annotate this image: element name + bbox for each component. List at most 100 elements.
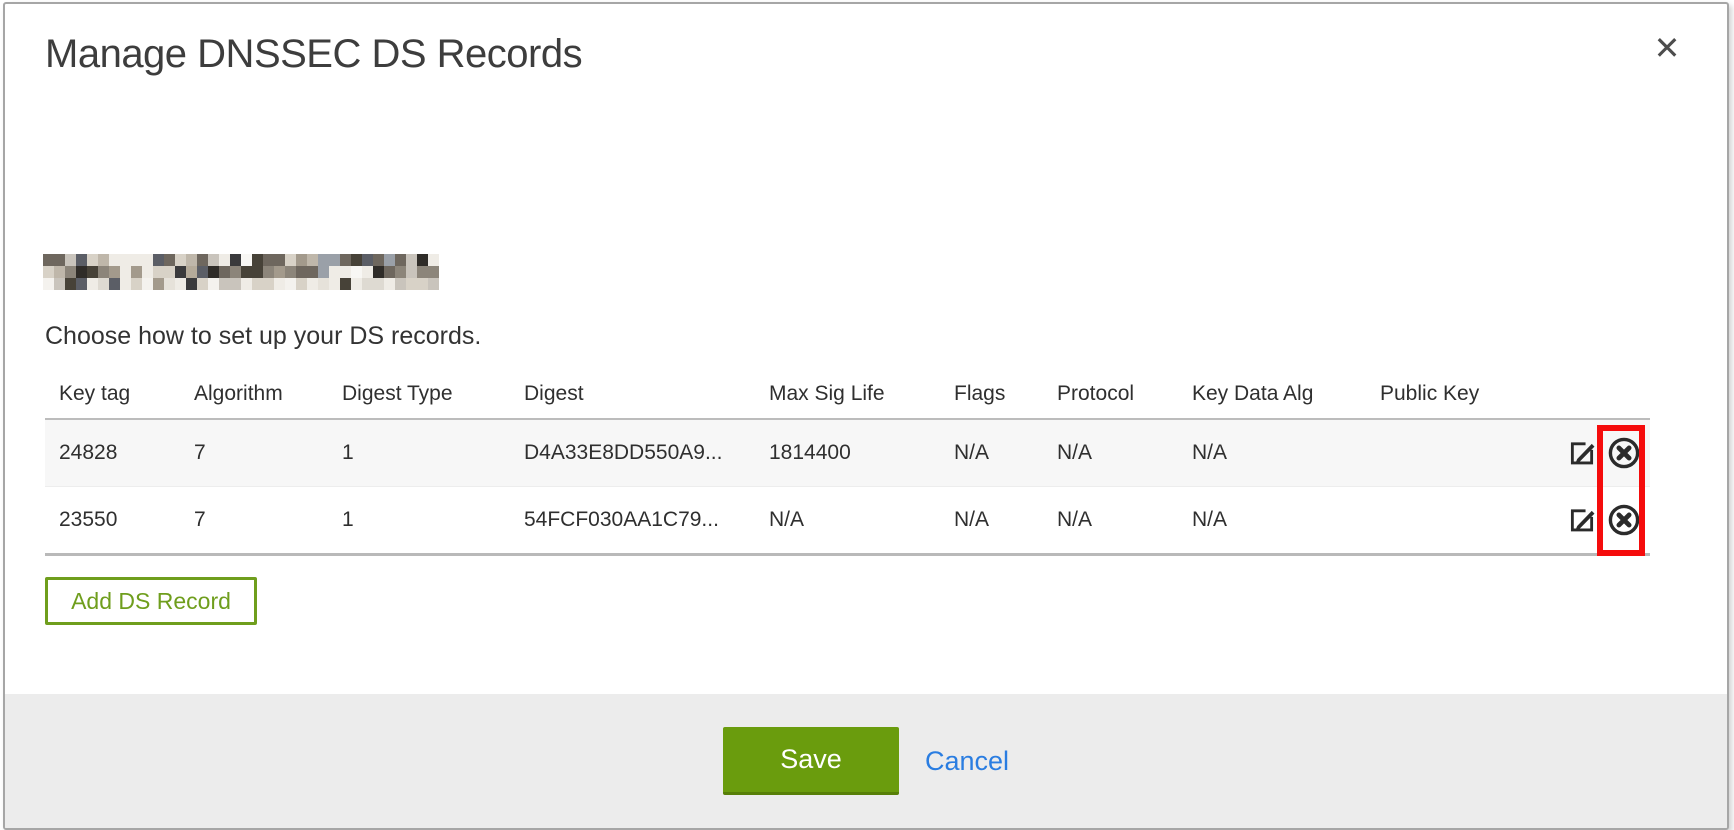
- redaction-pixel: [384, 278, 395, 290]
- add-ds-record-button[interactable]: Add DS Record: [45, 577, 257, 625]
- delete-record-button[interactable]: [1606, 502, 1642, 538]
- cell-protocol: N/A: [1043, 419, 1178, 487]
- redaction-pixel: [109, 278, 120, 290]
- redaction-pixel: [120, 266, 131, 278]
- redaction-pixel: [395, 278, 406, 290]
- redaction-pixel: [98, 254, 109, 266]
- redaction-pixel: [230, 278, 241, 290]
- col-header-protocol: Protocol: [1043, 370, 1178, 419]
- redaction-pixel: [417, 254, 428, 266]
- redaction-pixel: [87, 254, 98, 266]
- redaction-pixel: [76, 266, 87, 278]
- redaction-pixel: [252, 278, 263, 290]
- redaction-pixel: [65, 266, 76, 278]
- redaction-pixel: [351, 278, 362, 290]
- ds-records-table: Key tag Algorithm Digest Type Digest Max…: [45, 370, 1650, 556]
- dialog-footer: Save Cancel: [5, 694, 1727, 828]
- cell-digest-type: 1: [328, 419, 510, 487]
- redaction-pixel: [175, 254, 186, 266]
- col-header-flags: Flags: [940, 370, 1043, 419]
- redaction-pixel: [131, 278, 142, 290]
- redaction-pixel: [142, 278, 153, 290]
- redaction-pixel: [274, 254, 285, 266]
- delete-icon: [1607, 503, 1641, 537]
- redaction-pixel: [208, 254, 219, 266]
- redaction-pixel: [362, 254, 373, 266]
- col-header-digest: Digest: [510, 370, 755, 419]
- edit-record-button[interactable]: [1564, 435, 1600, 471]
- redaction-pixel: [175, 278, 186, 290]
- redaction-pixel: [219, 278, 230, 290]
- redaction-pixel: [417, 266, 428, 278]
- redaction-pixel: [164, 278, 175, 290]
- cell-digest: D4A33E8DD550A9...: [510, 419, 755, 487]
- cell-algorithm: 7: [180, 419, 328, 487]
- cell-key-tag: 24828: [45, 419, 180, 487]
- redaction-pixel: [109, 266, 120, 278]
- delete-record-button[interactable]: [1606, 435, 1642, 471]
- redaction-pixel: [417, 278, 428, 290]
- redaction-pixel: [373, 254, 384, 266]
- ds-records-instruction-text: Choose how to set up your DS records.: [45, 322, 481, 351]
- redaction-pixel: [197, 254, 208, 266]
- redaction-pixel: [131, 254, 142, 266]
- redaction-pixel: [318, 266, 329, 278]
- cell-digest: 54FCF030AA1C79...: [510, 487, 755, 555]
- redaction-pixel: [186, 278, 197, 290]
- redaction-pixel: [428, 266, 439, 278]
- delete-icon: [1607, 436, 1641, 470]
- redaction-pixel: [208, 278, 219, 290]
- cell-key-tag: 23550: [45, 487, 180, 555]
- redaction-pixel: [197, 266, 208, 278]
- redaction-pixel: [65, 254, 76, 266]
- redaction-pixel: [362, 266, 373, 278]
- table-row: 23550 7 1 54FCF030AA1C79... N/A N/A N/A …: [45, 487, 1650, 555]
- redaction-pixel: [340, 266, 351, 278]
- cell-public-key: [1366, 487, 1535, 555]
- redaction-pixel: [219, 254, 230, 266]
- redaction-pixel: [307, 278, 318, 290]
- redaction-pixel: [153, 254, 164, 266]
- redaction-pixel: [54, 254, 65, 266]
- col-header-actions: [1535, 370, 1650, 419]
- edit-record-button[interactable]: [1564, 502, 1600, 538]
- redaction-pixel: [153, 266, 164, 278]
- redaction-pixel: [175, 266, 186, 278]
- redaction-pixel: [65, 278, 76, 290]
- cell-public-key: [1366, 419, 1535, 487]
- redaction-pixel: [241, 278, 252, 290]
- col-header-algorithm: Algorithm: [180, 370, 328, 419]
- cell-key-data-alg: N/A: [1178, 419, 1366, 487]
- redaction-pixel: [54, 266, 65, 278]
- col-header-key-data-alg: Key Data Alg: [1178, 370, 1366, 419]
- redaction-pixel: [285, 278, 296, 290]
- redaction-pixel: [406, 254, 417, 266]
- cancel-link[interactable]: Cancel: [925, 746, 1009, 777]
- redaction-pixel: [241, 254, 252, 266]
- edit-icon: [1565, 436, 1599, 470]
- redaction-pixel: [76, 278, 87, 290]
- redaction-pixel: [263, 254, 274, 266]
- cell-actions: [1535, 419, 1650, 487]
- redaction-pixel: [208, 266, 219, 278]
- cell-max-sig-life: N/A: [755, 487, 940, 555]
- redaction-pixel: [87, 278, 98, 290]
- redaction-pixel: [43, 266, 54, 278]
- col-header-key-tag: Key tag: [45, 370, 180, 419]
- redaction-pixel: [43, 278, 54, 290]
- redaction-pixel: [428, 254, 439, 266]
- dialog-title: Manage DNSSEC DS Records: [45, 32, 582, 77]
- save-button[interactable]: Save: [723, 727, 899, 795]
- redaction-pixel: [274, 266, 285, 278]
- redaction-pixel: [340, 254, 351, 266]
- redaction-pixel: [406, 266, 417, 278]
- cell-algorithm: 7: [180, 487, 328, 555]
- redaction-pixel: [230, 254, 241, 266]
- redaction-pixel: [241, 266, 252, 278]
- cell-actions: [1535, 487, 1650, 555]
- redaction-pixel: [307, 254, 318, 266]
- redaction-pixel: [395, 266, 406, 278]
- close-icon[interactable]: ✕: [1645, 26, 1689, 70]
- redaction-pixel: [384, 254, 395, 266]
- redaction-pixel: [362, 278, 373, 290]
